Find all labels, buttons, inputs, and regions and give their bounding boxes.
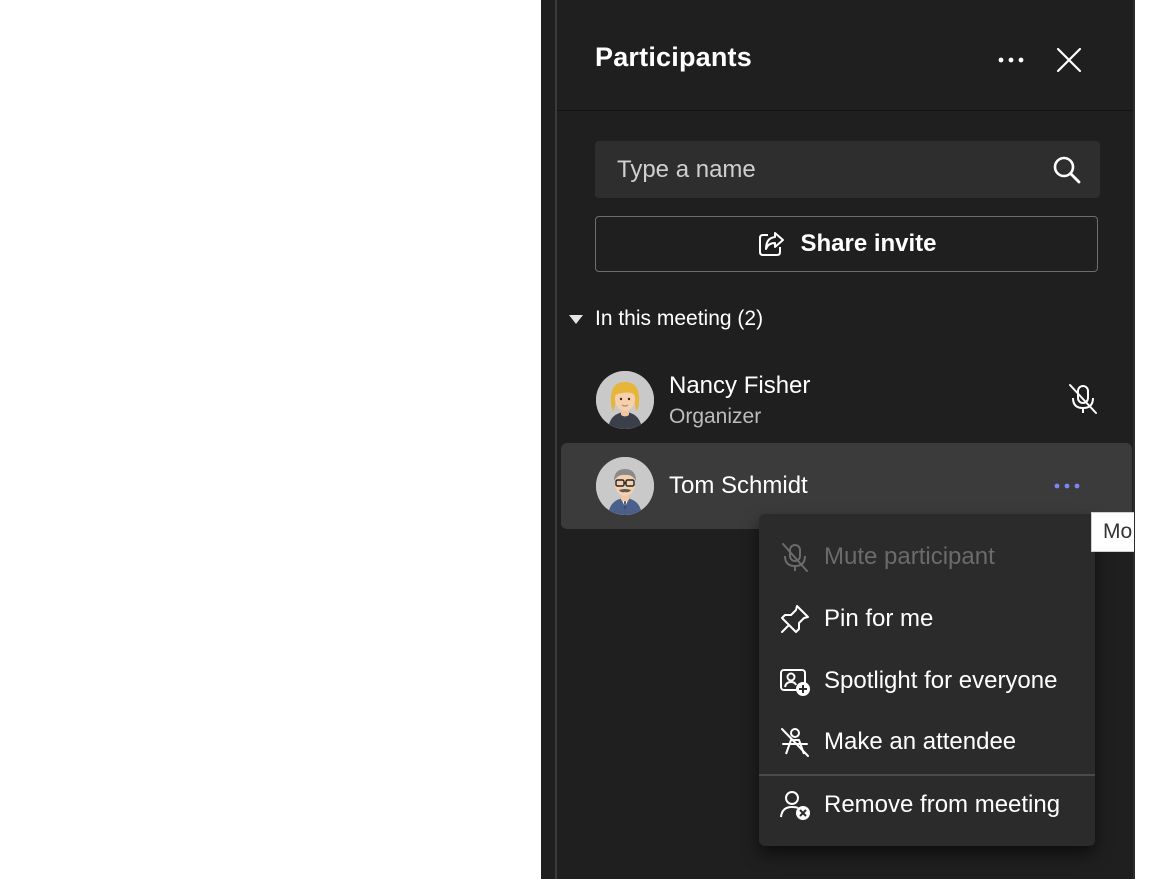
in-meeting-section-toggle[interactable]: In this meeting (2) xyxy=(569,303,763,335)
menu-item-spotlight[interactable]: Spotlight for everyone xyxy=(759,652,1095,710)
menu-item-pin-for-me[interactable]: Pin for me xyxy=(759,590,1095,648)
panel-right-border xyxy=(1133,0,1135,879)
share-icon xyxy=(759,232,785,256)
menu-item-label: Pin for me xyxy=(824,605,934,632)
participant-row[interactable]: Nancy Fisher Organizer xyxy=(561,357,1132,443)
search-icon[interactable] xyxy=(1052,155,1082,185)
panel-divider xyxy=(555,0,557,879)
blank-area xyxy=(0,0,541,879)
more-horizontal-icon xyxy=(998,57,1024,63)
participant-more-options-button[interactable] xyxy=(1047,471,1087,501)
pin-icon xyxy=(781,605,809,633)
caret-down-icon xyxy=(569,314,583,324)
screen: Participants Type a name Share invite In… xyxy=(0,0,1174,879)
panel-title: Participants xyxy=(595,42,752,72)
participant-context-menu: Mute participant Pin for me Spotlight fo… xyxy=(759,514,1095,846)
close-button[interactable] xyxy=(1051,42,1087,78)
remove-person-icon xyxy=(780,791,810,820)
woman-avatar-icon xyxy=(596,371,654,429)
share-invite-label: Share invite xyxy=(800,230,937,257)
search-box xyxy=(595,141,1100,198)
menu-item-label: Make an attendee xyxy=(824,728,1017,755)
participant-name: Tom Schmidt xyxy=(669,472,808,499)
participant-role: Organizer xyxy=(669,405,762,428)
more-horizontal-icon xyxy=(1054,483,1080,489)
panel-header: Participants xyxy=(557,0,1133,111)
menu-item-label: Mute participant xyxy=(824,543,995,570)
menu-item-remove-from-meeting[interactable]: Remove from meeting xyxy=(759,776,1095,834)
menu-item-label: Remove from meeting xyxy=(824,791,1061,818)
share-invite-button[interactable]: Share invite xyxy=(595,216,1098,272)
mic-off-icon xyxy=(1069,384,1097,414)
tooltip: Mo xyxy=(1091,512,1134,552)
participant-name: Nancy Fisher xyxy=(669,372,811,399)
make-attendee-icon xyxy=(781,728,809,757)
mic-off-icon xyxy=(782,543,808,572)
menu-item-make-attendee[interactable]: Make an attendee xyxy=(759,713,1095,771)
search-input[interactable] xyxy=(595,141,1035,198)
menu-item-label: Spotlight for everyone xyxy=(824,667,1058,694)
more-options-button[interactable] xyxy=(993,42,1029,78)
section-label: In this meeting (2) xyxy=(595,307,764,330)
spotlight-icon xyxy=(780,669,810,696)
close-icon xyxy=(1056,47,1082,73)
man-avatar-icon xyxy=(596,457,654,515)
menu-item-mute-participant: Mute participant xyxy=(759,528,1095,586)
